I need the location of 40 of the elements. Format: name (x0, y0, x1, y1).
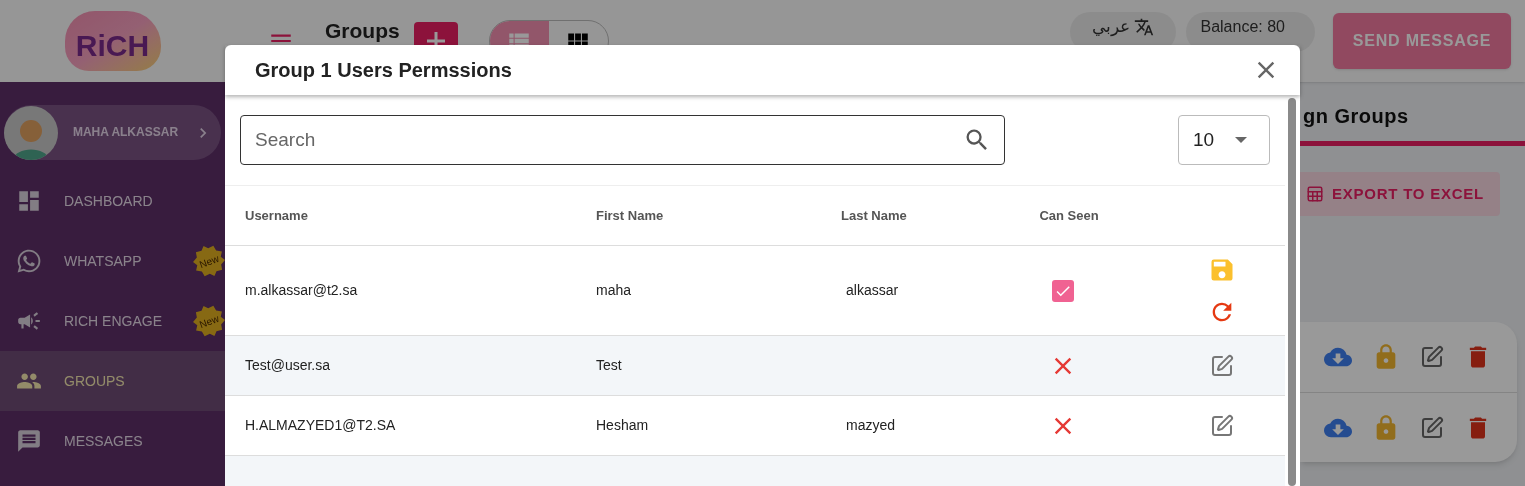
username-cell-text: m.alkassar@t2.sa (244, 281, 358, 300)
logo: RiCH (64, 11, 161, 71)
translate-icon (1134, 17, 1155, 37)
first-name-cell-text: maha (596, 281, 632, 300)
sidebar-item[interactable]: MESSAGES (0, 411, 225, 471)
page-size-select[interactable]: 10 (1178, 115, 1270, 165)
first-name-cell-text: Hesham (596, 416, 649, 435)
scrollbar[interactable] (1288, 98, 1296, 486)
groups-tab[interactable]: gn Groups (1303, 101, 1525, 131)
sidebar-label: GROUPS (64, 371, 125, 391)
sidebar-label: RICH ENGAGE (64, 311, 162, 331)
sidebar-label: MESSAGES (64, 431, 143, 451)
edit-icon[interactable] (1420, 345, 1444, 369)
sidebar-label: WHATSAPP (64, 251, 142, 271)
column-header: Username (244, 206, 309, 225)
dialog-title: Group 1 Users Permssions (255, 58, 512, 83)
username-cell-text: H.ALMAZYED1@T2.SA (244, 416, 396, 435)
checkbox[interactable] (1052, 279, 1074, 302)
spreadsheet-icon (1306, 185, 1325, 203)
dashboard-icon (16, 188, 42, 214)
page-title: Groups (325, 20, 400, 42)
dropdown-icon (1235, 137, 1247, 143)
column-header: Can Seen (1039, 206, 1099, 225)
sidebar-item[interactable]: GROUPS (0, 351, 225, 411)
sidebar-label: DASHBOARD (64, 191, 153, 211)
username-cell-text: Test@user.sa (244, 356, 331, 375)
edit-icon[interactable] (1210, 413, 1234, 438)
last-name-cell-text: mazyed (845, 416, 896, 435)
sidebar-item[interactable]: DASHBOARD (0, 171, 225, 231)
first-name-cell-text: Test (596, 356, 622, 375)
user-name: MAHA ALKASSAR (71, 125, 180, 140)
last-name-cell-text: alkassar (845, 281, 899, 300)
edit-icon[interactable] (1210, 353, 1234, 378)
edit-icon[interactable] (1420, 415, 1444, 440)
send-message-button[interactable]: SEND MESSAGE (1333, 13, 1511, 69)
search-field[interactable]: Search (240, 115, 1005, 165)
whatsapp-icon (16, 248, 42, 274)
message-icon (16, 428, 42, 454)
column-header: Last Name (841, 206, 908, 225)
column-header: First Name (596, 206, 665, 225)
